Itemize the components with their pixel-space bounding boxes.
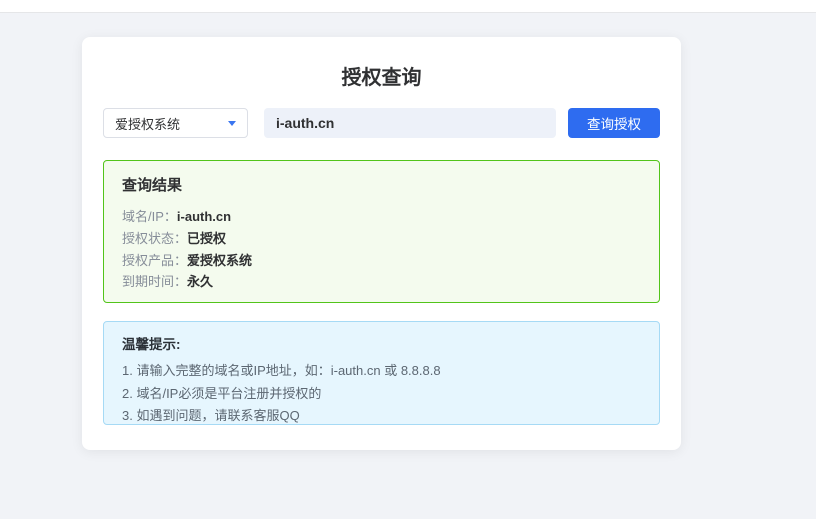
- result-value: 永久: [187, 274, 213, 289]
- result-label: 授权状态：: [122, 231, 187, 246]
- result-label: 授权产品：: [122, 253, 187, 268]
- result-value: 已授权: [187, 231, 226, 246]
- query-form: 爱授权系统 查询授权: [103, 108, 660, 138]
- result-value: i-auth.cn: [177, 209, 231, 224]
- result-row-product: 授权产品：爱授权系统: [122, 250, 641, 272]
- tip-item: 3. 如遇到问题，请联系客服QQ: [122, 405, 641, 428]
- caret-down-icon: [228, 121, 236, 126]
- tips-panel: 温馨提示: 1. 请输入完整的域名或IP地址，如：i-auth.cn 或 8.8…: [103, 321, 660, 425]
- product-select[interactable]: 爱授权系统: [103, 108, 248, 138]
- result-row-domain: 域名/IP：i-auth.cn: [122, 206, 641, 228]
- tips-title: 温馨提示:: [122, 333, 641, 353]
- result-label: 到期时间：: [122, 274, 187, 289]
- result-title: 查询结果: [122, 174, 641, 195]
- tip-item: 1. 请输入完整的域名或IP地址，如：i-auth.cn 或 8.8.8.8: [122, 360, 641, 383]
- page-title: 授权查询: [82, 61, 681, 90]
- top-bar: [0, 0, 816, 13]
- result-row-status: 授权状态：已授权: [122, 228, 641, 250]
- result-row-expiry: 到期时间：永久: [122, 271, 641, 293]
- auth-query-card: 授权查询 爱授权系统 查询授权 查询结果 域名/IP：i-auth.cn 授权状…: [82, 37, 681, 450]
- query-result-panel: 查询结果 域名/IP：i-auth.cn 授权状态：已授权 授权产品：爱授权系统…: [103, 160, 660, 303]
- domain-input[interactable]: [264, 108, 556, 138]
- result-value: 爱授权系统: [187, 253, 252, 268]
- tip-item: 2. 域名/IP必须是平台注册并授权的: [122, 383, 641, 406]
- query-auth-button[interactable]: 查询授权: [568, 108, 660, 138]
- product-select-value: 爱授权系统: [115, 114, 180, 133]
- result-label: 域名/IP：: [122, 209, 177, 224]
